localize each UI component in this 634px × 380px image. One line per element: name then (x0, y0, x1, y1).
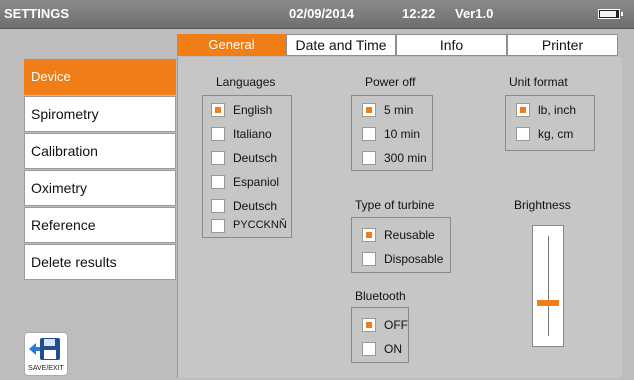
tab-general[interactable]: General (177, 34, 286, 56)
checkbox[interactable] (362, 103, 376, 117)
unit-format-group: lb, inch kg, cm (505, 95, 595, 151)
menu-item-spirometry[interactable]: Spirometry (24, 96, 176, 132)
checkbox[interactable] (362, 318, 376, 332)
brightness-title: Brightness (514, 198, 571, 212)
option-label: Reusable (384, 228, 435, 242)
tab-printer[interactable]: Printer (507, 34, 618, 56)
save-exit-label: SAVE/EXIT (28, 365, 64, 372)
power-off-title: Power off (365, 75, 416, 89)
option-label: Disposable (384, 252, 444, 266)
menu-item-reference[interactable]: Reference (24, 207, 176, 243)
checkbox[interactable] (211, 219, 225, 233)
checkbox[interactable] (211, 199, 225, 213)
checkbox[interactable] (362, 228, 376, 242)
languages-title: Languages (216, 75, 276, 89)
power-off-group: 5 min 10 min 300 min (351, 95, 433, 171)
option-label: 300 min (384, 151, 427, 165)
option-label: Italiano (233, 127, 272, 141)
time-display: 12:22 (402, 6, 436, 21)
unit-format-title: Unit format (509, 75, 568, 89)
checkbox[interactable] (516, 127, 530, 141)
slider-thumb[interactable] (537, 300, 559, 306)
save-exit-button[interactable]: SAVE/EXIT (24, 332, 68, 376)
option-label: Espaniol (233, 175, 280, 189)
menu-item-calibration[interactable]: Calibration (24, 133, 176, 169)
option-label: Deutsch (233, 199, 278, 213)
option-label: Deutsch (233, 151, 278, 165)
battery-icon (598, 9, 623, 19)
option-label: English (233, 103, 273, 117)
bluetooth-title: Bluetooth (355, 289, 406, 303)
bluetooth-group: OFF ON (351, 307, 409, 363)
checkbox[interactable] (362, 127, 376, 141)
turbine-group: Reusable Disposable (351, 217, 451, 273)
version-display: Ver1.0 (455, 6, 494, 21)
checkbox[interactable] (211, 151, 225, 165)
checkbox[interactable] (211, 127, 225, 141)
option-label: OFF (384, 318, 408, 332)
floppy-disk-icon (29, 338, 60, 360)
turbine-title: Type of turbine (355, 198, 435, 212)
menu-item-delete-results[interactable]: Delete results (24, 244, 176, 280)
option-label: kg, cm (538, 127, 574, 141)
checkbox[interactable] (211, 175, 225, 189)
checkbox[interactable] (362, 252, 376, 266)
status-bar: SETTINGS 02/09/2014 12:22 Ver1.0 (0, 0, 634, 29)
tab-info[interactable]: Info (396, 34, 507, 56)
checkbox[interactable] (211, 103, 225, 117)
date-display: 02/09/2014 (289, 6, 355, 21)
tab-date-and-time[interactable]: Date and Time (286, 34, 396, 56)
option-label: 5 min (384, 103, 414, 117)
checkbox[interactable] (516, 103, 530, 117)
menu-item-device[interactable]: Device (24, 59, 176, 95)
brightness-slider[interactable] (532, 225, 564, 347)
screen-title: SETTINGS (4, 6, 70, 21)
option-label: ON (384, 342, 402, 356)
checkbox[interactable] (362, 342, 376, 356)
menu-item-oximetry[interactable]: Oximetry (24, 170, 176, 206)
option-label: lb, inch (538, 103, 577, 117)
option-label: 10 min (384, 127, 421, 141)
languages-group: English Italiano Deutsch Espaniol Deutsc… (202, 95, 292, 238)
slider-track-line (548, 236, 549, 336)
checkbox[interactable] (362, 151, 376, 165)
option-label: РYCCKNŇ (233, 219, 287, 231)
